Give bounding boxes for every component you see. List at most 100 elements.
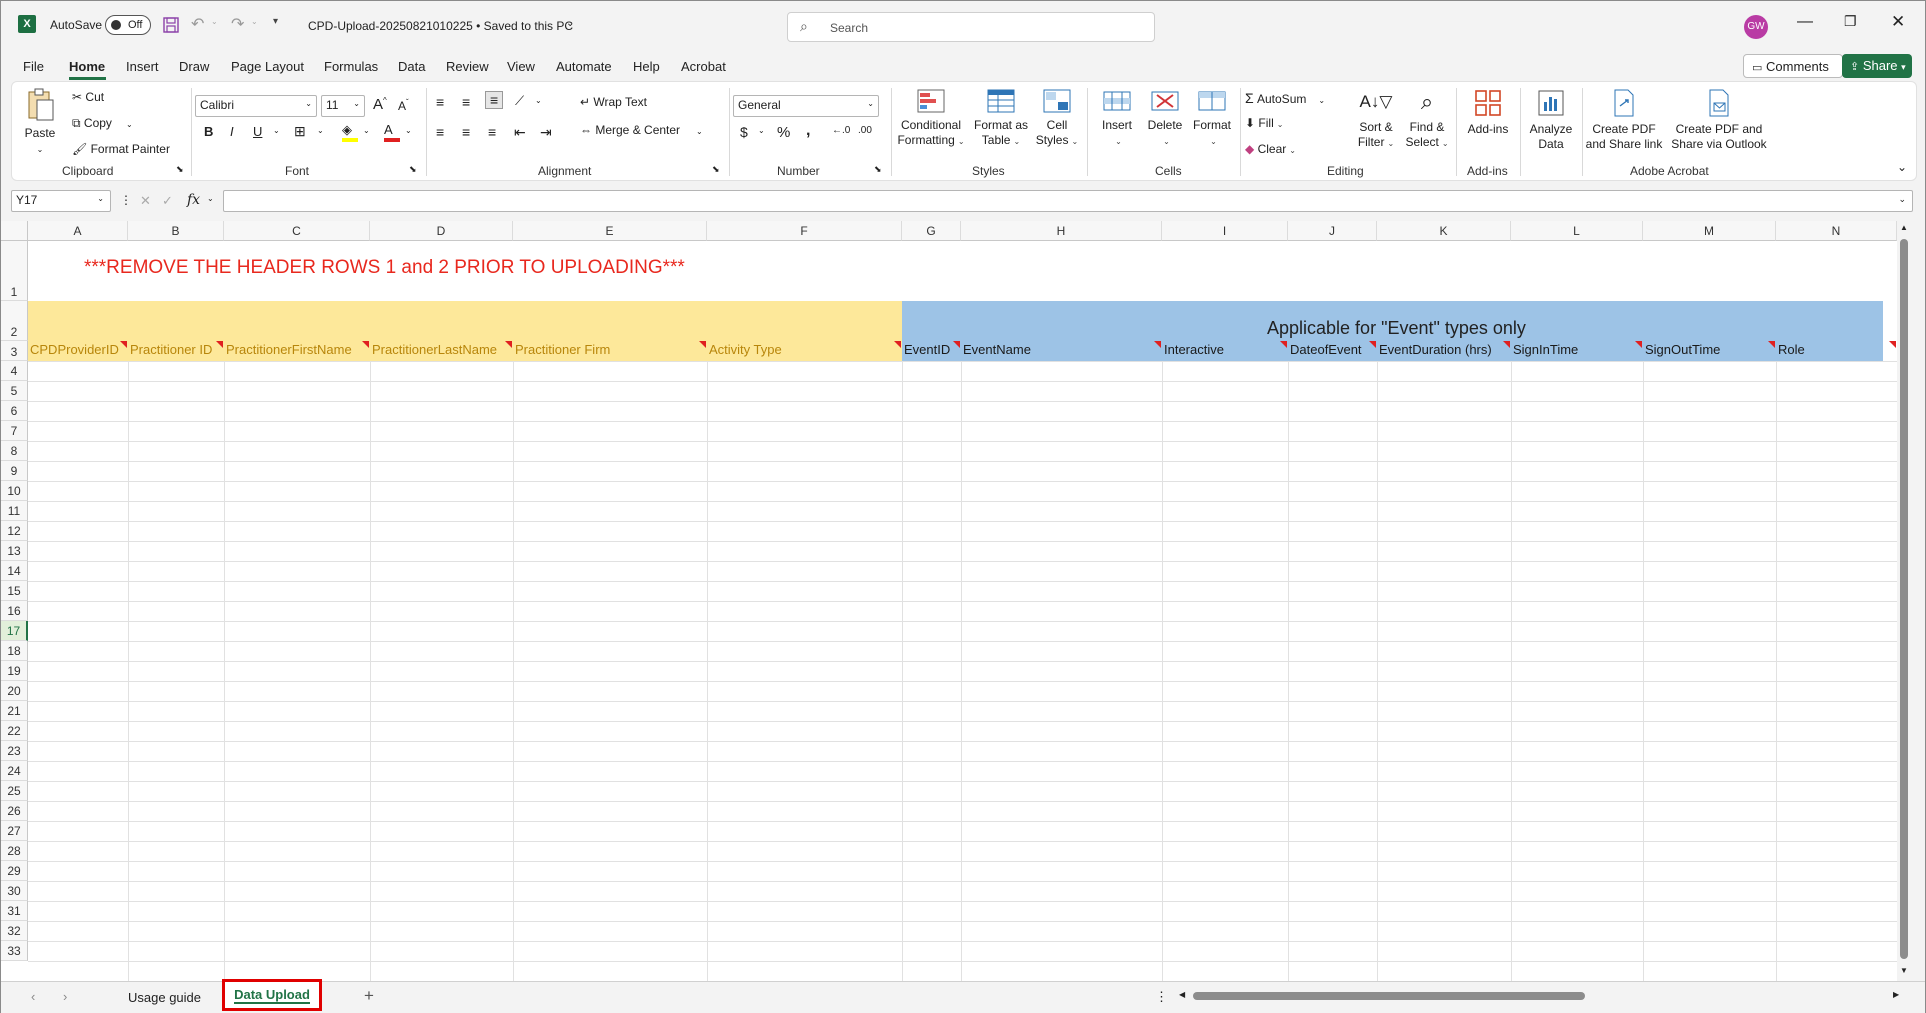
- italic-icon[interactable]: I: [230, 124, 234, 139]
- align-top-icon[interactable]: ≡: [436, 94, 444, 110]
- font-launcher-icon[interactable]: ⬊: [409, 164, 417, 175]
- restore-icon[interactable]: ❐: [1844, 13, 1857, 30]
- column-header[interactable]: L: [1511, 221, 1643, 241]
- scroll-left-icon[interactable]: ◀: [1179, 990, 1185, 999]
- comment-indicator-icon[interactable]: [120, 341, 127, 348]
- sort-filter-button[interactable]: A↓▽ Sort & Filter ⌄: [1352, 88, 1400, 151]
- column-header-cell[interactable]: Practitioner Firm: [513, 340, 707, 360]
- row-header[interactable]: 32: [1, 921, 28, 941]
- comment-indicator-icon[interactable]: [1503, 341, 1510, 348]
- scroll-down-icon[interactable]: ▼: [1900, 966, 1908, 975]
- column-header-cell[interactable]: CPDProviderID: [28, 340, 128, 360]
- align-left-icon[interactable]: ≡: [436, 124, 444, 140]
- formula-input[interactable]: ⌄: [223, 190, 1913, 212]
- horizontal-scroll-thumb[interactable]: [1193, 992, 1585, 1000]
- redo-icon[interactable]: ↷: [231, 14, 244, 34]
- decrease-decimal-icon[interactable]: .00: [858, 125, 872, 136]
- column-header-cell[interactable]: SignInTime: [1511, 340, 1643, 360]
- row-header[interactable]: 20: [1, 681, 28, 701]
- row-header[interactable]: 24: [1, 761, 28, 781]
- tab-draw[interactable]: Draw: [179, 59, 209, 74]
- merge-center-button[interactable]: ⇔ Merge & Center ⌄: [580, 123, 703, 137]
- autosave-toggle[interactable]: Off: [105, 15, 151, 35]
- tab-formulas[interactable]: Formulas: [324, 59, 378, 74]
- avatar[interactable]: GW: [1744, 15, 1768, 39]
- row-header[interactable]: 28: [1, 841, 28, 861]
- fill-color-dropdown-icon[interactable]: ⌄: [363, 126, 370, 135]
- orientation-dropdown-icon[interactable]: ⌄: [535, 96, 542, 105]
- column-header[interactable]: M: [1643, 221, 1776, 241]
- bold-icon[interactable]: B: [204, 124, 213, 139]
- row-header[interactable]: 11: [1, 501, 28, 521]
- clipboard-launcher-icon[interactable]: ⬊: [176, 164, 184, 175]
- column-header[interactable]: E: [513, 221, 707, 241]
- comment-indicator-icon[interactable]: [1768, 341, 1775, 348]
- insert-function-dropdown-icon[interactable]: ⌄: [207, 194, 214, 203]
- comment-indicator-icon[interactable]: [953, 341, 960, 348]
- row-header[interactable]: 15: [1, 581, 28, 601]
- find-select-button[interactable]: ⌕ Find & Select ⌄: [1402, 88, 1452, 151]
- column-header[interactable]: G: [902, 221, 961, 241]
- column-header-cell[interactable]: PractitionerLastName: [370, 340, 513, 360]
- column-header-cell[interactable]: DateofEvent: [1288, 340, 1377, 360]
- insert-function-icon[interactable]: fx: [187, 192, 200, 208]
- tab-view[interactable]: View: [507, 59, 535, 74]
- fill-color-icon[interactable]: ◈: [342, 122, 358, 142]
- worksheet-grid[interactable]: ABCDEFGHIJKLMN 1 2 3 4 5 6 7 8 9 10 11 12 13 14 15 16 17…: [1, 221, 1911, 981]
- row-header[interactable]: 29: [1, 861, 28, 881]
- horizontal-scrollbar[interactable]: ◀ ▶: [1171, 988, 1906, 1004]
- increase-decimal-icon[interactable]: ←.0: [832, 125, 850, 136]
- autosum-button[interactable]: Σ AutoSum ⌄: [1245, 90, 1325, 106]
- select-all-corner[interactable]: [1, 221, 28, 241]
- save-icon[interactable]: [162, 16, 180, 34]
- row-header[interactable]: 31: [1, 901, 28, 921]
- column-header-cell[interactable]: Role: [1776, 340, 1897, 360]
- comma-icon[interactable]: ,: [806, 122, 810, 140]
- font-size-box[interactable]: 11 ⌄: [321, 95, 365, 117]
- paste-button[interactable]: Paste ⌄: [20, 88, 60, 157]
- format-cells-button[interactable]: Format ⌄: [1189, 88, 1235, 149]
- tab-page-layout[interactable]: Page Layout: [231, 59, 304, 74]
- row-header[interactable]: 27: [1, 821, 28, 841]
- align-bottom-icon[interactable]: ≡: [485, 91, 504, 109]
- comment-indicator-icon[interactable]: [362, 341, 369, 348]
- percent-icon[interactable]: %: [777, 124, 790, 141]
- close-icon[interactable]: ✕: [1891, 12, 1905, 32]
- align-center-icon[interactable]: ≡: [462, 124, 470, 140]
- vertical-scrollbar[interactable]: ▲ ▼: [1897, 221, 1911, 981]
- comment-indicator-icon[interactable]: [505, 341, 512, 348]
- column-header[interactable]: N: [1776, 221, 1897, 241]
- column-header-cell[interactable]: PractitionerFirstName: [224, 340, 370, 360]
- undo-icon[interactable]: ↶: [191, 14, 204, 34]
- column-header[interactable]: I: [1162, 221, 1288, 241]
- vertical-scroll-thumb[interactable]: [1900, 239, 1908, 959]
- row-header[interactable]: 17: [1, 621, 28, 641]
- row-header[interactable]: 21: [1, 701, 28, 721]
- underline-icon[interactable]: U: [253, 124, 262, 139]
- alignment-launcher-icon[interactable]: ⬊: [712, 164, 720, 175]
- column-header-cell[interactable]: EventDuration (hrs): [1377, 340, 1511, 360]
- underline-dropdown-icon[interactable]: ⌄: [273, 126, 280, 135]
- row-header[interactable]: 33: [1, 941, 28, 961]
- prev-sheet-icon[interactable]: ‹: [31, 989, 35, 1004]
- more-options-icon[interactable]: ⋮: [120, 193, 132, 207]
- column-header-cell[interactable]: Practitioner ID: [128, 340, 224, 360]
- comment-indicator-icon[interactable]: [1369, 341, 1376, 348]
- next-sheet-icon[interactable]: ›: [63, 989, 67, 1004]
- column-header[interactable]: F: [707, 221, 902, 241]
- column-header-cell[interactable]: SignOutTime: [1643, 340, 1776, 360]
- title-chevron-down-icon[interactable]: ⌄: [566, 18, 574, 29]
- tab-home[interactable]: Home: [69, 59, 105, 74]
- create-pdf-outlook-button[interactable]: Create PDF and Share via Outlook: [1667, 88, 1771, 152]
- scroll-right-icon[interactable]: ▶: [1893, 990, 1899, 999]
- column-header[interactable]: K: [1377, 221, 1511, 241]
- font-color-dropdown-icon[interactable]: ⌄: [405, 126, 412, 135]
- row-header[interactable]: 4: [1, 361, 28, 381]
- increase-font-icon[interactable]: A^: [373, 96, 387, 113]
- row-header[interactable]: 5: [1, 381, 28, 401]
- redo-dropdown-icon[interactable]: ⌄: [251, 17, 258, 26]
- customize-toolbar-icon[interactable]: ▾: [273, 16, 278, 27]
- comment-indicator-icon[interactable]: [894, 341, 901, 348]
- confirm-entry-icon[interactable]: ✓: [162, 193, 173, 209]
- decrease-indent-icon[interactable]: ⇤: [514, 124, 526, 141]
